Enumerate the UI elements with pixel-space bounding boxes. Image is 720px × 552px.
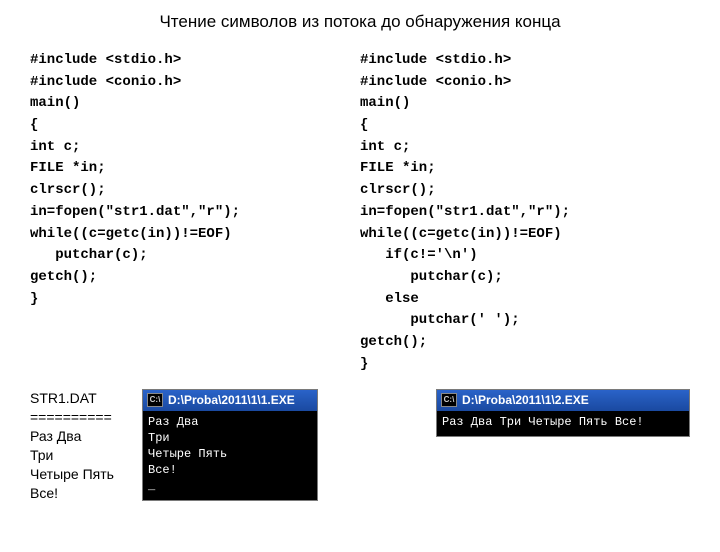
code-block-left: #include <stdio.h> #include <conio.h> ma… [30, 50, 360, 310]
str1-dat-file-contents: STR1.DAT ========== Раз Два Три Четыре П… [30, 389, 128, 502]
console-1-output: Раз Два Три Четыре Пять Все! _ [143, 411, 317, 501]
console-2-output: Раз Два Три Четыре Пять Все! [437, 411, 689, 436]
console-window-1: C:\ D:\Proba\2011\1\1.EXE Раз Два Три Че… [142, 389, 318, 501]
console-1-title: D:\Proba\2011\1\1.EXE [168, 392, 295, 408]
console-2-titlebar: C:\ D:\Proba\2011\1\2.EXE [437, 390, 689, 410]
cmd-icon: C:\ [441, 393, 457, 407]
console-1-titlebar: C:\ D:\Proba\2011\1\1.EXE [143, 390, 317, 410]
code-block-right: #include <stdio.h> #include <conio.h> ma… [360, 50, 690, 375]
cmd-icon: C:\ [147, 393, 163, 407]
console-window-2: C:\ D:\Proba\2011\1\2.EXE Раз Два Три Че… [436, 389, 690, 436]
slide-title: Чтение символов из потока до обнаружения… [0, 12, 720, 32]
console-2-title: D:\Proba\2011\1\2.EXE [462, 392, 589, 408]
